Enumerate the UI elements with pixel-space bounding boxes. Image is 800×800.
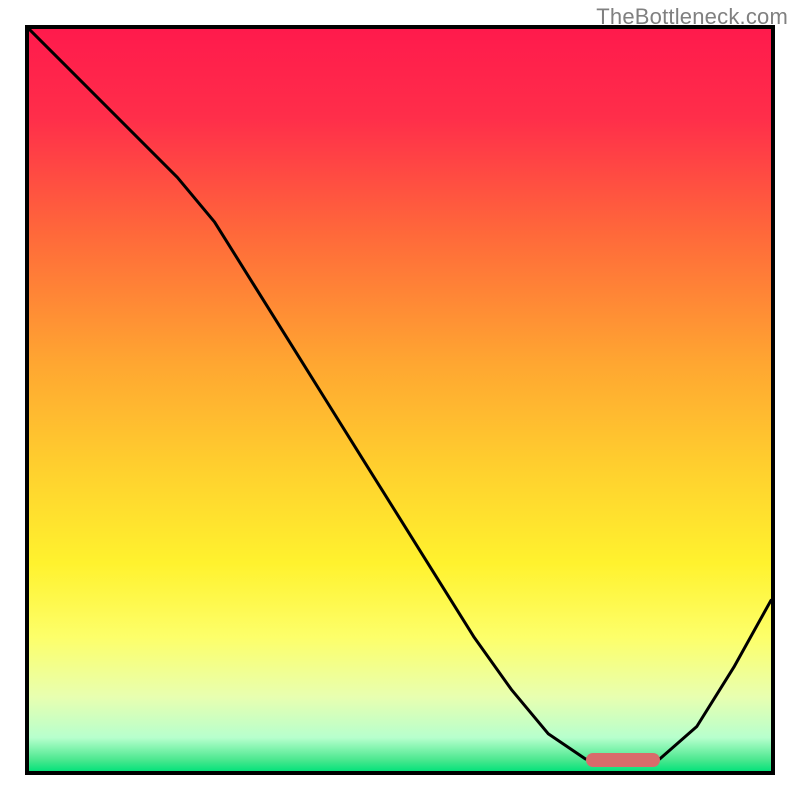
bottleneck-curve xyxy=(29,29,771,771)
plot-area xyxy=(25,25,775,775)
optimum-range-marker xyxy=(586,753,660,767)
chart-frame: TheBottleneck.com xyxy=(0,0,800,800)
